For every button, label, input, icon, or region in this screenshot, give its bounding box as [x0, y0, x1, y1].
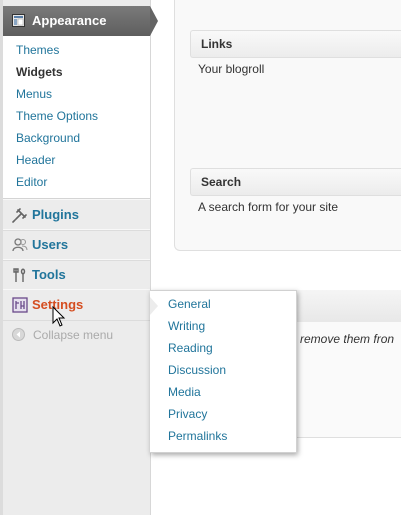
mouse-cursor-icon [52, 306, 66, 327]
tools-icon [13, 268, 26, 282]
submenu-background[interactable]: Background [16, 131, 80, 145]
inactive-widgets-header [294, 290, 401, 323]
submenu-menus[interactable]: Menus [16, 87, 52, 101]
flyout-item-privacy[interactable]: Privacy [168, 407, 207, 421]
flyout-item-writing[interactable]: Writing [168, 319, 205, 333]
submenu-editor[interactable]: Editor [16, 175, 47, 189]
menu-plugins[interactable]: Plugins [3, 199, 150, 231]
collapse-menu-label: Collapse menu [33, 328, 114, 342]
users-icon [12, 238, 28, 252]
menu-tools-label: Tools [32, 267, 66, 282]
menu-settings[interactable]: Settings [3, 289, 158, 321]
appearance-icon [12, 14, 25, 27]
flyout-item-media[interactable]: Media [168, 385, 201, 399]
submenu-header[interactable]: Header [16, 153, 55, 167]
collapse-menu-button[interactable]: Collapse menu [3, 325, 150, 347]
submenu-themes[interactable]: Themes [16, 43, 59, 57]
widget-links-header[interactable]: Links [190, 30, 401, 58]
menu-users[interactable]: Users [3, 229, 150, 261]
settings-flyout-menu: General Writing Reading Discussion Media… [150, 290, 297, 453]
flyout-item-general[interactable]: General [168, 297, 211, 311]
plug-icon [12, 208, 27, 223]
collapse-arrow-icon [12, 328, 25, 341]
flyout-item-reading[interactable]: Reading [168, 341, 213, 355]
admin-sidebar: Appearance Themes Widgets Menus Theme Op… [0, 0, 158, 515]
inactive-widgets-note: o remove them fron [290, 332, 395, 346]
flyout-notch [150, 297, 158, 315]
appearance-submenu: Themes Widgets Menus Theme Options Backg… [3, 36, 150, 199]
submenu-widgets[interactable]: Widgets [16, 65, 63, 79]
menu-appearance[interactable]: Appearance [3, 6, 158, 36]
submenu-theme-options[interactable]: Theme Options [16, 109, 98, 123]
flyout-item-discussion[interactable]: Discussion [168, 363, 226, 377]
menu-users-label: Users [32, 237, 69, 252]
menu-tools[interactable]: Tools [3, 259, 150, 291]
widget-description: Your blogroll [198, 62, 265, 76]
menu-plugins-label: Plugins [32, 207, 79, 222]
flyout-item-permalinks[interactable]: Permalinks [168, 429, 227, 443]
widget-title: Search [201, 175, 242, 189]
widget-title: Links [201, 37, 233, 51]
menu-appearance-label: Appearance [32, 13, 107, 28]
widget-search-header[interactable]: Search [190, 168, 401, 196]
current-menu-arrow [150, 6, 158, 36]
widget-description: A search form for your site [198, 200, 339, 214]
settings-icon [12, 297, 28, 313]
